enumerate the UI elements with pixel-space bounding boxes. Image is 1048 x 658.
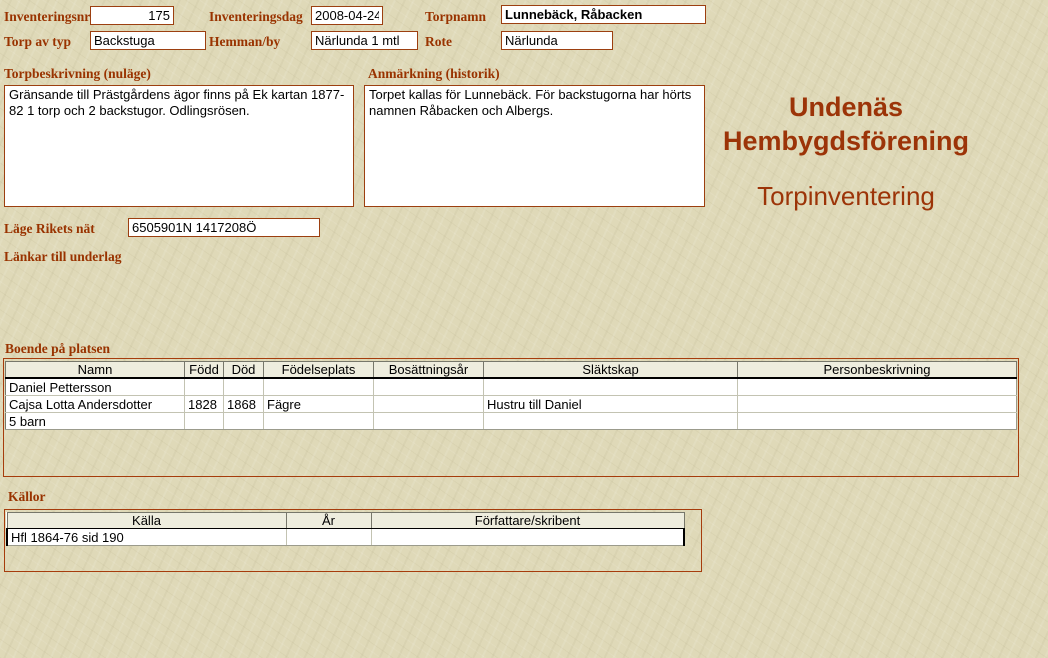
torpnamn-input[interactable] xyxy=(501,5,706,24)
page-title: Torpinventering xyxy=(757,181,935,211)
label-torpnamn: Torpnamn xyxy=(425,9,487,24)
sources-header-row: Källa År Författare/skribent xyxy=(6,512,685,529)
residents-table: Namn Född Död Födelseplats Bosättningsår… xyxy=(5,361,1017,430)
resident-slaktskap-cell[interactable] xyxy=(483,412,738,430)
residents-col-fodelseplats: Födelseplats xyxy=(263,361,374,379)
resident-fodelseplats-cell[interactable] xyxy=(263,377,374,396)
lage-rikets-nat-input[interactable] xyxy=(128,218,320,237)
resident-personbeskrivning-cell[interactable] xyxy=(737,412,1017,430)
resident-fodelseplats-cell[interactable] xyxy=(263,412,374,430)
rote-input[interactable] xyxy=(501,31,613,50)
resident-fodd-cell[interactable] xyxy=(184,377,224,396)
sources-col-forfattare: Författare/skribent xyxy=(370,512,685,529)
residents-header-row: Namn Född Död Födelseplats Bosättningsår… xyxy=(5,361,1017,379)
resident-namn-cell[interactable]: Cajsa Lotta Andersdotter xyxy=(5,395,185,413)
residents-col-dod: Död xyxy=(223,361,264,379)
residents-col-fodd: Född xyxy=(184,361,224,379)
resident-personbeskrivning-cell[interactable] xyxy=(737,395,1017,413)
residents-col-slaktskap: Släktskap xyxy=(483,361,738,379)
organization-title: Undenäs Hembygdsförening xyxy=(712,90,980,158)
label-torp-av-typ: Torp av typ xyxy=(4,34,72,49)
source-ar-cell[interactable] xyxy=(285,528,372,546)
label-lage-rikets-nat: Läge Rikets nät xyxy=(4,221,95,236)
resident-dod-cell[interactable]: 1868 xyxy=(223,395,264,413)
resident-personbeskrivning-cell[interactable] xyxy=(737,377,1017,396)
label-inventeringsdag: Inventeringsdag xyxy=(209,9,303,24)
source-forfattare-cell[interactable] xyxy=(370,528,685,546)
label-inventeringsnr: Inventeringsnr xyxy=(4,9,91,24)
anmarkning-textarea[interactable]: Torpet kallas för Lunnebäck. För backstu… xyxy=(364,85,705,207)
resident-namn-cell[interactable]: 5 barn xyxy=(5,412,185,430)
sources-col-kalla: Källa xyxy=(6,512,287,529)
resident-bosattningsar-cell[interactable] xyxy=(373,377,484,396)
resident-slaktskap-cell[interactable] xyxy=(483,377,738,396)
inventeringsnr-input[interactable] xyxy=(90,6,174,25)
label-anmarkning: Anmärkning (historik) xyxy=(368,66,500,81)
resident-dod-cell[interactable] xyxy=(223,377,264,396)
source-kalla-cell[interactable]: Hfl 1864-76 sid 190 xyxy=(6,528,287,546)
sources-table: Källa År Författare/skribent Hfl 1864-76… xyxy=(6,512,685,546)
resident-dod-cell[interactable] xyxy=(223,412,264,430)
torp-av-typ-input[interactable] xyxy=(90,31,206,50)
organization-title-line1: Undenäs xyxy=(788,92,904,122)
residents-col-personbeskrivning: Personbeskrivning xyxy=(737,361,1017,379)
hemman-by-input[interactable] xyxy=(311,31,418,50)
inventeringsdag-input[interactable] xyxy=(311,6,383,25)
sources-col-ar: År xyxy=(285,512,372,529)
resident-slaktskap-cell[interactable]: Hustru till Daniel xyxy=(483,395,738,413)
resident-bosattningsar-cell[interactable] xyxy=(373,395,484,413)
organization-title-line2: Hembygdsförening xyxy=(722,126,970,156)
residents-col-bosattningsar: Bosättningsår xyxy=(373,361,484,379)
residents-col-namn: Namn xyxy=(5,361,185,379)
resident-fodd-cell[interactable] xyxy=(184,412,224,430)
label-rote: Rote xyxy=(425,34,452,49)
resident-row: Cajsa Lotta Andersdotter 1828 1868 Fägre… xyxy=(5,395,1017,413)
resident-row: 5 barn xyxy=(5,412,1017,430)
label-torpbeskrivning: Torpbeskrivning (nuläge) xyxy=(4,66,151,81)
label-boende-pa-platsen: Boende på platsen xyxy=(5,341,111,356)
label-hemman-by: Hemman/by xyxy=(209,34,281,49)
torpinventering-form: Inventeringsnr Inventeringsdag Torpnamn … xyxy=(0,0,1048,658)
torpbeskrivning-textarea[interactable]: Gränsande till Prästgårdens ägor finns p… xyxy=(4,85,354,207)
source-row: Hfl 1864-76 sid 190 xyxy=(6,528,685,546)
resident-namn-cell[interactable]: Daniel Pettersson xyxy=(5,377,185,396)
resident-row: Daniel Pettersson xyxy=(5,377,1017,396)
resident-bosattningsar-cell[interactable] xyxy=(373,412,484,430)
label-lankar-till-underlag: Länkar till underlag xyxy=(4,249,122,264)
label-kallor: Källor xyxy=(8,489,46,504)
resident-fodd-cell[interactable]: 1828 xyxy=(184,395,224,413)
resident-fodelseplats-cell[interactable]: Fägre xyxy=(263,395,374,413)
